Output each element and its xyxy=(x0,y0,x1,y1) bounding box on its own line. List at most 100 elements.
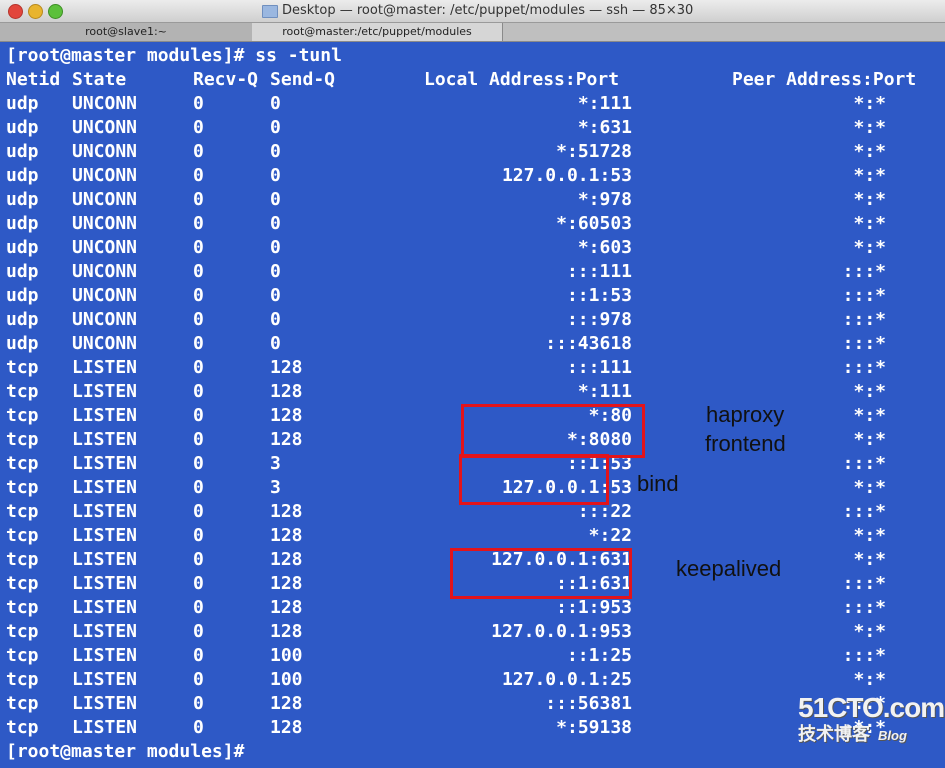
cell-netid: tcp xyxy=(6,525,39,546)
haproxy-label: haproxy xyxy=(706,402,785,427)
cell-netid: udp xyxy=(6,213,39,234)
maximize-window-button[interactable] xyxy=(48,4,63,19)
cell-state: UNCONN xyxy=(72,189,138,210)
cell-state: UNCONN xyxy=(72,141,138,162)
cell-peer: :::* xyxy=(842,285,886,306)
cell-local: *:22 xyxy=(588,525,632,546)
table-row: udp UNCONN 0 0 *:978 *:* xyxy=(6,188,886,212)
cell-sendq: 0 xyxy=(270,165,281,186)
cell-recvq: 0 xyxy=(193,429,204,450)
table-row: tcp LISTEN 0 100::1:25:::* xyxy=(6,644,886,668)
cell-local: :::111 xyxy=(566,357,632,378)
minimize-window-button[interactable] xyxy=(28,4,43,19)
cell-sendq: 0 xyxy=(270,333,281,354)
cell-recvq: 0 xyxy=(193,405,204,426)
cell-peer: *:* xyxy=(853,141,886,162)
cell-sendq: 0 xyxy=(270,213,281,234)
cell-local: *:631 xyxy=(577,117,632,138)
table-row: tcp LISTEN 0 128 *:111 *:* xyxy=(6,380,886,404)
cell-recvq: 0 xyxy=(193,237,204,258)
cell-sendq: 128 xyxy=(270,381,303,402)
table-row: tcp LISTEN 0 128:::22:::* xyxy=(6,500,886,524)
table-row: udp UNCONN 0 0 *:631 *:* xyxy=(6,116,886,140)
cell-state: UNCONN xyxy=(72,117,138,138)
cell-sendq: 128 xyxy=(270,525,303,546)
cell-state: LISTEN xyxy=(72,693,138,714)
cell-sendq: 0 xyxy=(270,93,281,114)
cell-state: LISTEN xyxy=(72,453,138,474)
cell-netid: tcp xyxy=(6,645,39,666)
table-row: udp UNCONN 0 0:::43618:::* xyxy=(6,332,886,356)
cell-local: ::1:953 xyxy=(556,597,632,618)
cell-local: *:59138 xyxy=(556,717,632,738)
cell-recvq: 0 xyxy=(193,453,204,474)
table-row: tcp LISTEN 0 128 127.0.0.1:953 *:* xyxy=(6,620,886,644)
cell-netid: udp xyxy=(6,189,39,210)
cell-recvq: 0 xyxy=(193,213,204,234)
table-row: tcp LISTEN 0 3::1:53:::* xyxy=(6,452,886,476)
cell-netid: udp xyxy=(6,141,39,162)
cell-netid: tcp xyxy=(6,381,39,402)
cell-peer: *:* xyxy=(853,405,886,426)
cell-local: 127.0.0.1:53 xyxy=(501,165,632,186)
window-titlebar: Desktop — root@master: /etc/puppet/modul… xyxy=(0,0,945,23)
cell-state: LISTEN xyxy=(72,381,138,402)
header-local-address: Local Address:Port xyxy=(424,69,620,90)
cell-recvq: 0 xyxy=(193,309,204,330)
close-window-button[interactable] xyxy=(8,4,23,19)
cell-sendq: 128 xyxy=(270,621,303,642)
table-row: udp UNCONN 0 0 *:603 *:* xyxy=(6,236,886,260)
cell-local: :::43618 xyxy=(545,333,632,354)
keepalived-highlight-box xyxy=(450,548,632,599)
table-row: tcp LISTEN 0 128:::56381:::* xyxy=(6,692,886,716)
header-state: State xyxy=(72,69,127,90)
cell-sendq: 128 xyxy=(270,693,303,714)
cell-local: :::978 xyxy=(566,309,632,330)
cell-recvq: 0 xyxy=(193,717,204,738)
table-row: udp UNCONN 0 0 *:60503 *:* xyxy=(6,212,886,236)
cell-sendq: 3 xyxy=(270,453,281,474)
cell-netid: tcp xyxy=(6,549,39,570)
tab-slave1[interactable]: root@slave1:~ xyxy=(0,23,253,41)
cell-local: *:603 xyxy=(577,237,632,258)
cell-sendq: 128 xyxy=(270,717,303,738)
tab-master[interactable]: root@master:/etc/puppet/modules xyxy=(252,23,503,41)
cell-state: UNCONN xyxy=(72,309,138,330)
cell-peer: *:* xyxy=(853,237,886,258)
haproxy-highlight-box xyxy=(461,404,645,458)
keepalived-label: keepalived xyxy=(676,556,782,581)
cell-recvq: 0 xyxy=(193,573,204,594)
cell-peer: *:* xyxy=(853,165,886,186)
table-row: tcp LISTEN 0 3 127.0.0.1:53 *:* xyxy=(6,476,886,500)
cell-peer: :::* xyxy=(842,501,886,522)
table-row: udp UNCONN 0 0::1:53:::* xyxy=(6,284,886,308)
cell-netid: tcp xyxy=(6,669,39,690)
command-line: [root@master modules]# ss -tunl xyxy=(6,45,342,66)
cell-peer: *:* xyxy=(853,525,886,546)
cell-peer: :::* xyxy=(842,453,886,474)
terminal-output[interactable]: [root@master modules]# ss -tunl Netid St… xyxy=(6,44,916,764)
cell-netid: tcp xyxy=(6,477,39,498)
table-row: tcp LISTEN 0 100 127.0.0.1:25 *:* xyxy=(6,668,886,692)
cell-state: LISTEN xyxy=(72,597,138,618)
cell-netid: tcp xyxy=(6,453,39,474)
cell-peer: *:* xyxy=(853,93,886,114)
table-row: udp UNCONN 0 0 *:51728 *:* xyxy=(6,140,886,164)
cell-netid: tcp xyxy=(6,717,39,738)
cell-netid: udp xyxy=(6,261,39,282)
watermark-logo: 51CTO.com 技术博客 Blog xyxy=(798,692,945,746)
cell-sendq: 128 xyxy=(270,549,303,570)
table-row: tcp LISTEN 0 128::1:631:::* xyxy=(6,572,886,596)
cell-local: ::1:25 xyxy=(566,645,632,666)
cell-peer: :::* xyxy=(842,309,886,330)
cell-recvq: 0 xyxy=(193,141,204,162)
table-row: udp UNCONN 0 0:::111:::* xyxy=(6,260,886,284)
cell-local: :::111 xyxy=(566,261,632,282)
cell-netid: tcp xyxy=(6,573,39,594)
cell-state: LISTEN xyxy=(72,477,138,498)
header-netid: Netid xyxy=(6,69,61,90)
table-row: tcp LISTEN 0 128 *:8080 *:* xyxy=(6,428,886,452)
cell-peer: *:* xyxy=(853,189,886,210)
table-row: tcp LISTEN 0 128 127.0.0.1:631 *:* xyxy=(6,548,886,572)
cell-state: UNCONN xyxy=(72,93,138,114)
